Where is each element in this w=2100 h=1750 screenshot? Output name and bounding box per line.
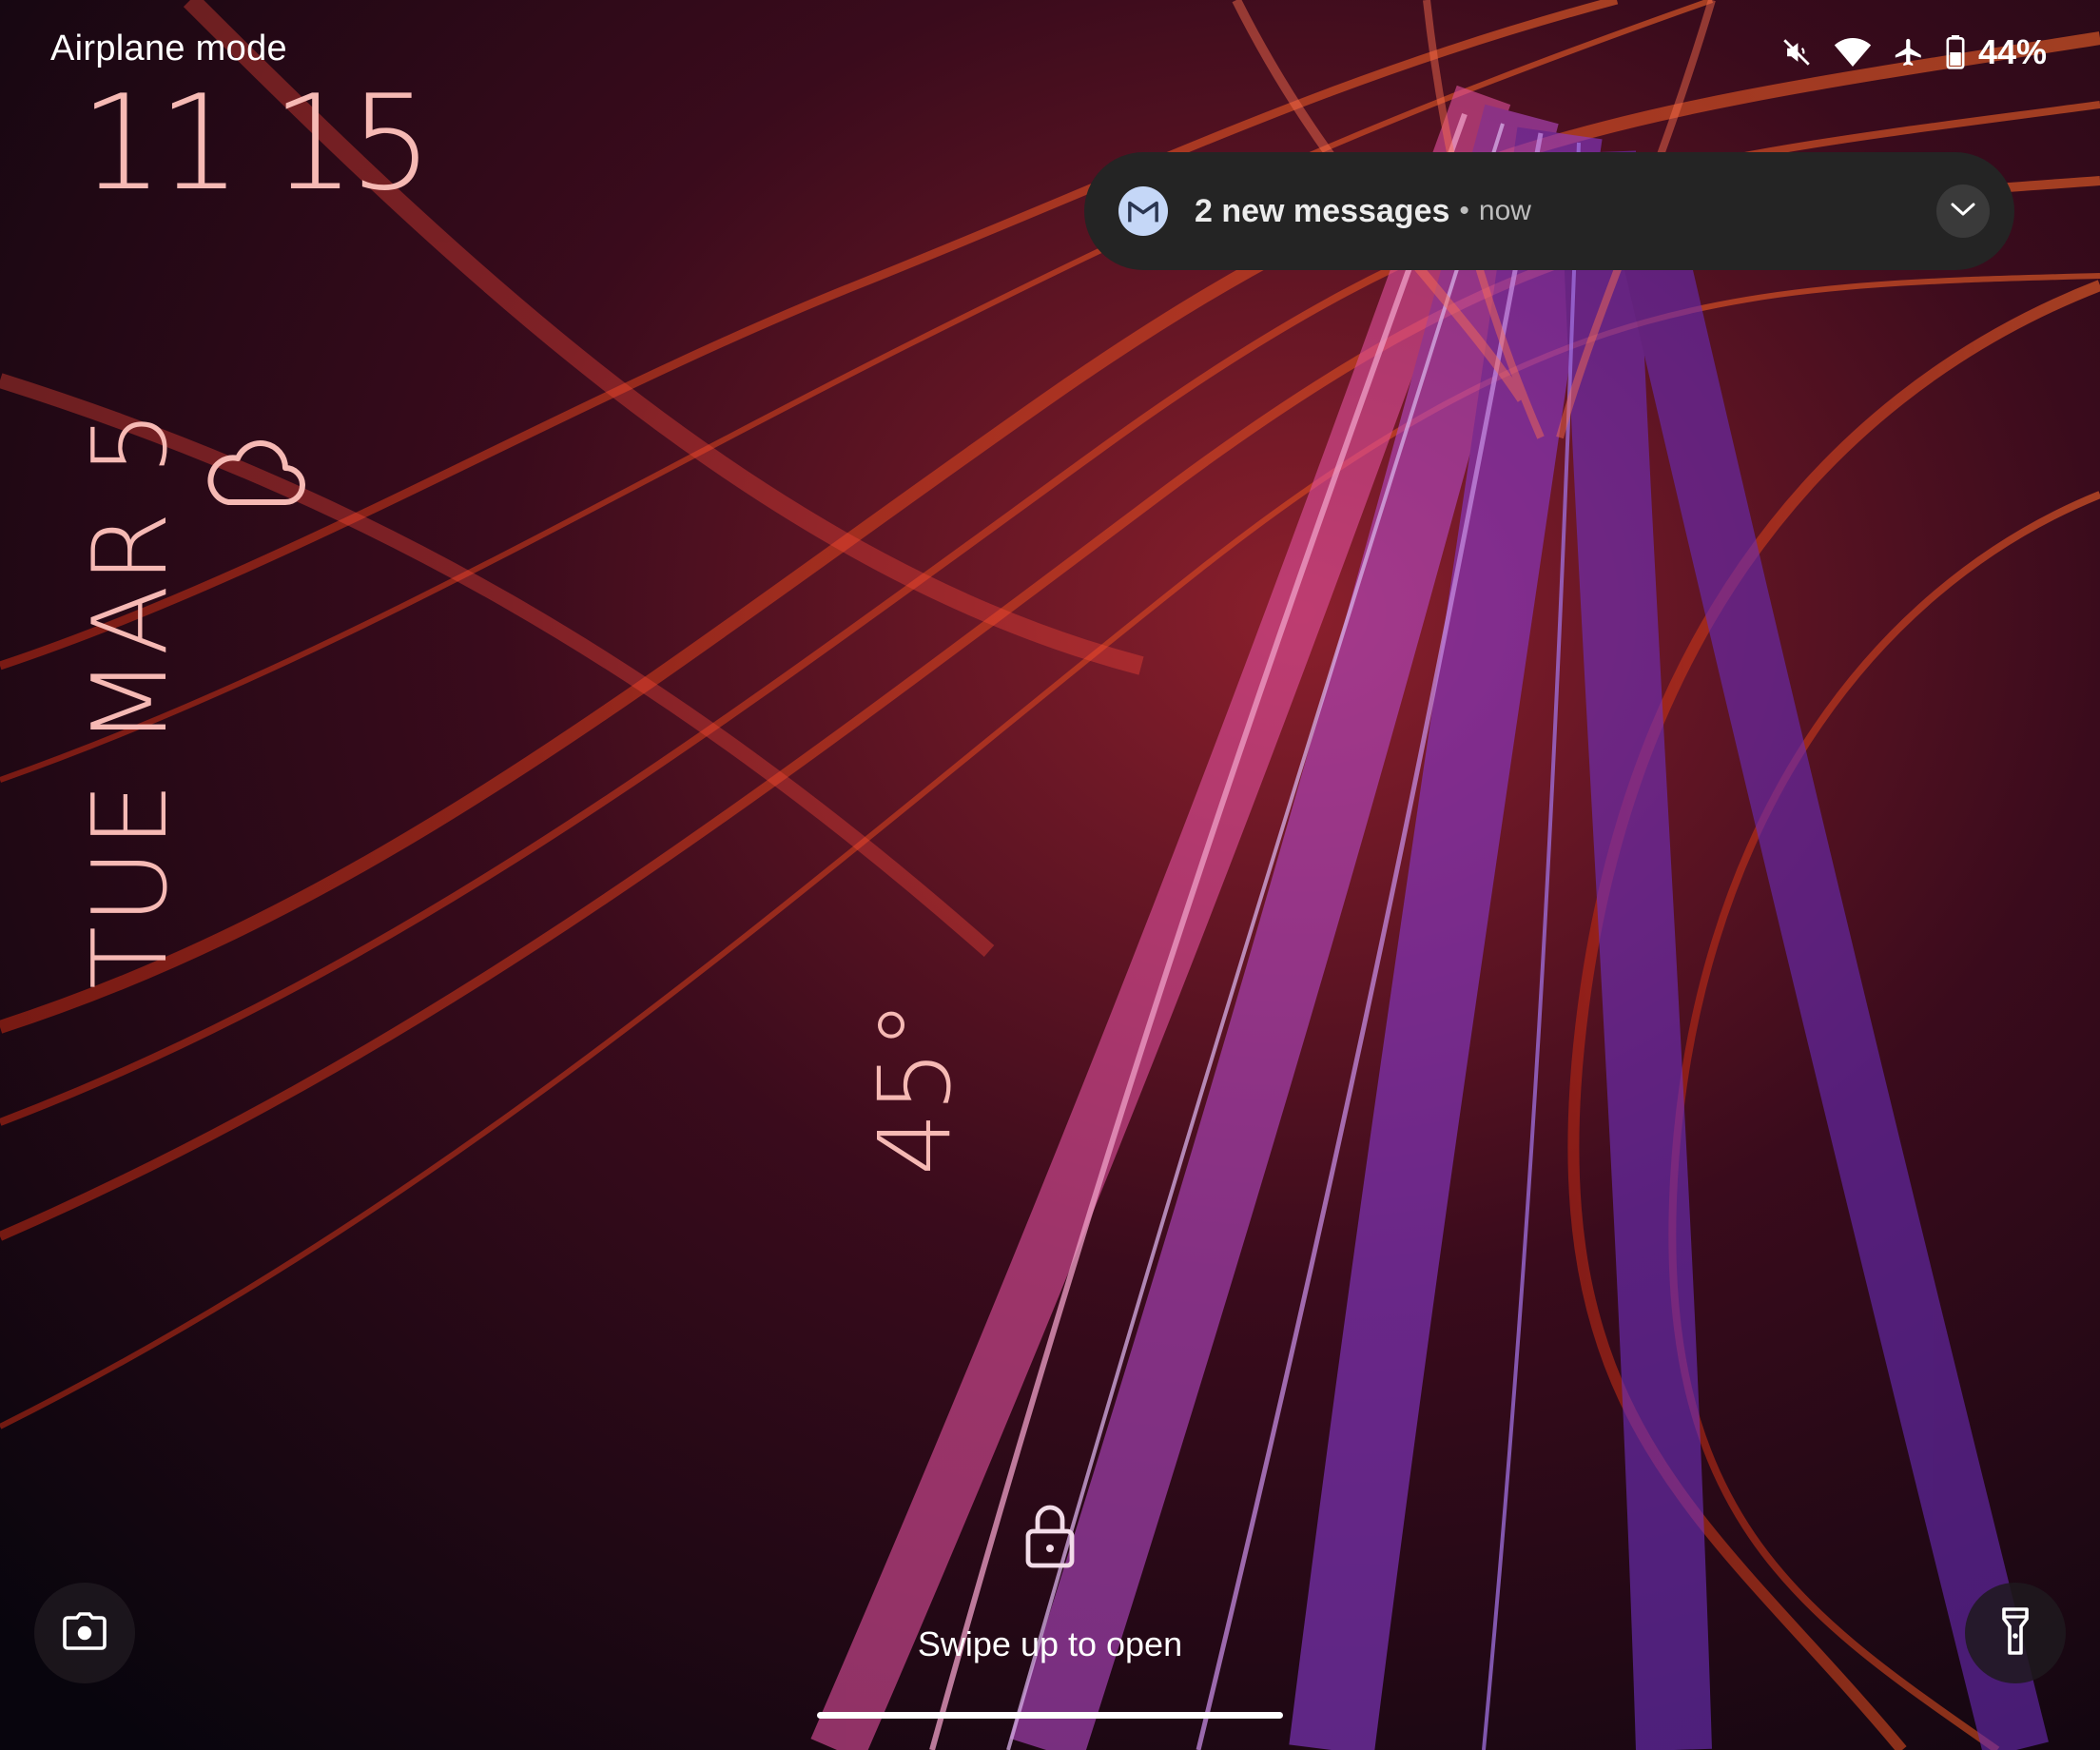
notification-time: now [1478,195,1531,226]
camera-icon [62,1611,107,1655]
expand-button[interactable] [1936,185,1990,238]
mute-icon [1780,36,1813,68]
flashlight-shortcut-button[interactable] [1965,1583,2066,1683]
temperature-label: 45° [857,1000,973,1176]
battery-percent: 44% [1977,32,2047,71]
cloud-icon [202,426,312,516]
flashlight-icon [2000,1606,2031,1660]
date-label: TUE MAR 5 [71,408,190,989]
clock-time: 11 15 [80,67,433,220]
home-indicator[interactable] [817,1712,1283,1719]
notification-title: 2 new messages [1195,192,1450,229]
wifi-icon [1834,36,1872,68]
gmail-icon [1118,186,1168,236]
notification-card[interactable]: 2 new messages • now [1084,152,2014,270]
camera-shortcut-button[interactable] [34,1583,135,1683]
chevron-down-icon [1949,200,1977,224]
status-icons: 44% [1780,29,2047,76]
notification-separator: • [1459,195,1469,226]
swipe-hint: Swipe up to open [917,1624,1183,1663]
battery-icon [1946,35,1965,69]
network-status-label: Airplane mode [50,29,287,68]
lock-icon [1024,1501,1076,1574]
airplane-icon [1893,36,1925,68]
